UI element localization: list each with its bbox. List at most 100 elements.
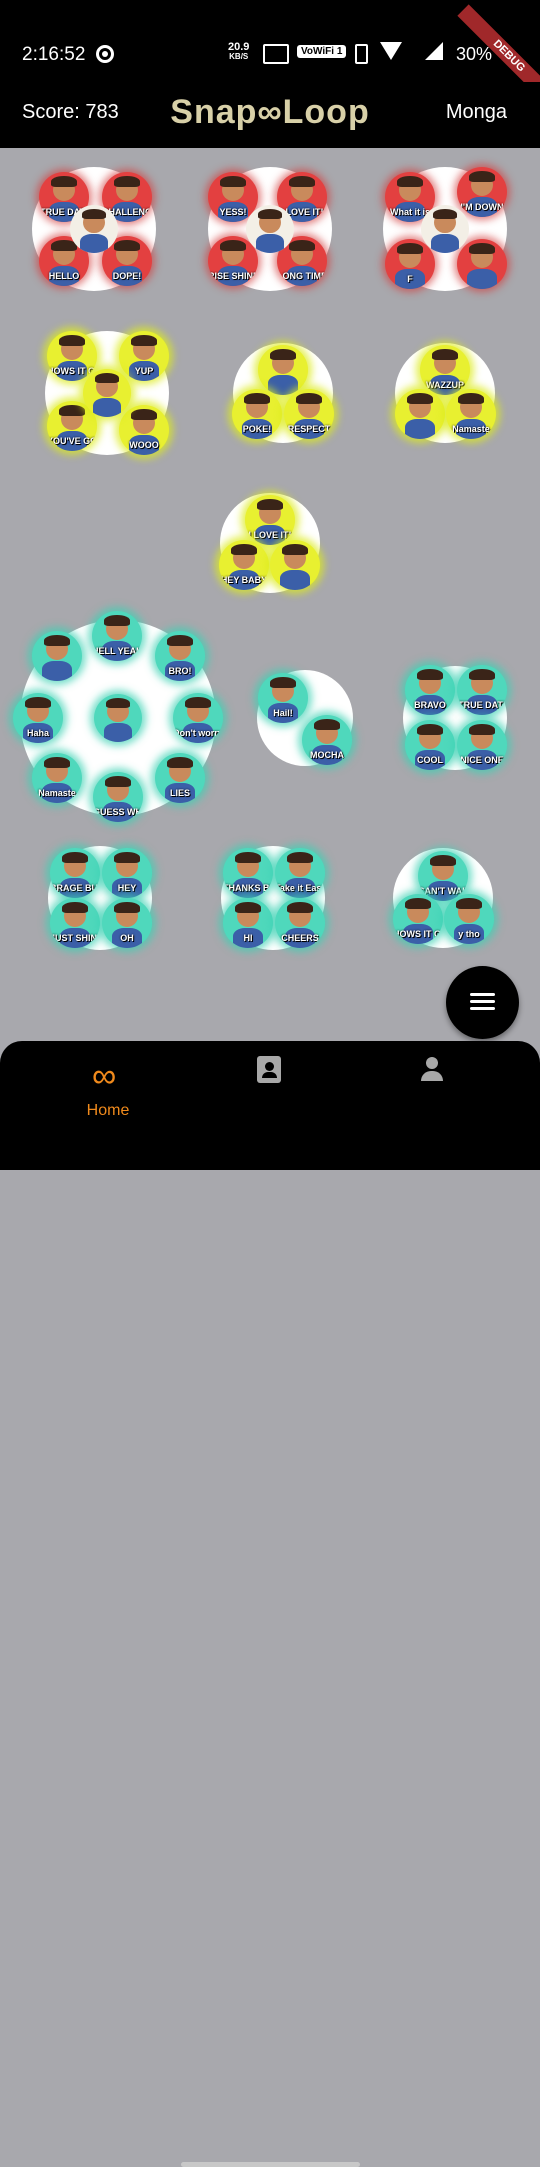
sticker-caption: Hail! (273, 708, 293, 718)
app-bar: Score: 783 Snap∞Loop Monga (0, 82, 540, 148)
sticker-caption: BRAVO (414, 700, 446, 710)
sticker-caption: TRUE DAT! (458, 700, 506, 710)
bitmoji-sticker[interactable]: HOWS IT GOIN (47, 331, 97, 381)
sticker-caption: WAZZUP (426, 380, 464, 390)
sticker-caption: COOL (417, 755, 443, 765)
nav-home-label: Home (86, 1102, 130, 1119)
battery-percent: 30% (456, 44, 493, 64)
bitmoji-sticker[interactable]: TRUE DAT! (457, 665, 507, 715)
recording-icon (96, 45, 114, 63)
sticker-caption: DOPE! (112, 271, 142, 281)
bitmoji-sticker[interactable]: JUST SHININ' (50, 898, 100, 948)
bitmoji-sticker[interactable] (395, 389, 445, 439)
bitmoji-sticker[interactable]: Don't worry (173, 693, 223, 743)
bitmoji-sticker[interactable]: HELL YEAH! (92, 611, 142, 661)
bitmoji-sticker[interactable] (457, 239, 507, 289)
bitmoji-sticker[interactable]: WAZZUP (420, 345, 470, 395)
bitmoji-sticker[interactable]: GUESS WHAT (93, 772, 143, 822)
bitmoji-sticker[interactable] (258, 345, 308, 395)
bitmoji-sticker[interactable] (421, 205, 469, 253)
bitmoji-sticker[interactable]: YUP (119, 331, 169, 381)
sticker-caption: Namaste (452, 424, 490, 434)
bitmoji-sticker[interactable]: POKE! (232, 389, 282, 439)
menu-button[interactable] (446, 966, 519, 1039)
bitmoji-sticker[interactable]: Haha (13, 693, 63, 743)
sticker-caption: THANKS BUNCH (223, 883, 273, 893)
bitmoji-sticker[interactable]: I'M DOWN (457, 167, 507, 217)
bitmoji-sticker[interactable]: I LOVE IT! (245, 495, 295, 545)
status-time: 2:16:52 (22, 44, 86, 65)
bitmoji-sticker[interactable]: Take it Easy (275, 848, 325, 898)
bitmoji-sticker[interactable]: OH (102, 898, 152, 948)
bitmoji-sticker[interactable]: BRO! (155, 631, 205, 681)
bitmoji-sticker[interactable]: COOL (405, 720, 455, 770)
wifi-icon (380, 42, 402, 60)
bitmoji-sticker[interactable]: RESPECT (284, 389, 334, 439)
sticker-caption: LIES (169, 788, 190, 798)
bitmoji-sticker[interactable]: CAN'T WAIT (418, 851, 468, 901)
sticker-caption: I LOVE IT! (248, 530, 292, 540)
infinity-icon: ∞ (92, 1057, 117, 1095)
bitmoji-sticker[interactable]: HEY BABY (219, 540, 269, 590)
sticker-caption: HI (243, 933, 253, 943)
sticker-caption: HEY BABY (220, 575, 268, 585)
nav-home-tab[interactable]: ∞ Home (72, 1057, 144, 1119)
bitmoji-sticker[interactable] (83, 369, 131, 417)
username-label[interactable]: Monga (446, 101, 507, 124)
bitmoji-sticker[interactable]: NICE ONE (457, 720, 507, 770)
network-speed-unit: KB/S (229, 52, 249, 61)
bitmoji-sticker[interactable]: BRAGE BURGER (50, 848, 100, 898)
bitmoji-sticker[interactable]: Namaste (446, 389, 496, 439)
sticker-caption: NICE ONE (460, 755, 504, 765)
sticker-caption: Haha (26, 728, 49, 738)
network-speed: 20.9 KB/S (228, 42, 249, 62)
sticker-caption: YUP (134, 366, 154, 376)
bitmoji-sticker[interactable]: HEY (102, 848, 152, 898)
bitmoji-sticker[interactable] (94, 694, 142, 742)
sticker-caption: y tho (458, 929, 480, 939)
sticker-caption: HOWS IT GOIN (393, 929, 443, 939)
sticker-caption: HELL YEAH! (92, 646, 142, 656)
bitmoji-sticker[interactable]: Namaste (32, 753, 82, 803)
bitmoji-sticker[interactable]: THANKS BUNCH (223, 848, 273, 898)
sticker-caption: RESPECT (287, 424, 331, 434)
bitmoji-sticker[interactable]: HOWS IT GOIN (393, 894, 443, 944)
sticker-caption: BRAGE BURGER (50, 883, 100, 893)
sticker-caption: BRO! (168, 666, 192, 676)
sticker-caption: Take it Easy (275, 883, 325, 893)
gesture-bar (181, 2162, 360, 2167)
sticker-caption: LONG TIME NO SEE (277, 271, 327, 281)
bitmoji-sticker[interactable] (32, 631, 82, 681)
bitmoji-sticker[interactable]: F (385, 239, 435, 289)
bitmoji-sticker[interactable] (70, 205, 118, 253)
sticker-caption: CHEERS (281, 933, 319, 943)
sticker-caption: POKE! (242, 424, 272, 434)
contacts-icon[interactable] (255, 1054, 285, 1084)
sticker-caption: MOCHA (310, 750, 344, 760)
sticker-caption: YOU'VE GOT MY VOTE (47, 436, 97, 446)
sticker-caption: HEY (117, 883, 137, 893)
bitmoji-sticker[interactable]: WOOO (119, 405, 169, 455)
sticker-caption: HOWS IT GOIN (47, 366, 97, 376)
bitmoji-sticker[interactable]: LIES (155, 753, 205, 803)
sticker-caption: OH (120, 933, 134, 943)
bitmoji-sticker[interactable] (270, 540, 320, 590)
bitmoji-sticker[interactable]: BRAVO (405, 665, 455, 715)
signal-icon (425, 42, 443, 60)
bitmoji-sticker[interactable]: MOCHA (302, 715, 352, 765)
bitmoji-sticker[interactable]: CHEERS (275, 898, 325, 948)
vibrate-icon (355, 44, 368, 64)
sticker-caption: Don't worry (173, 728, 223, 738)
menu-icon (470, 993, 495, 996)
sticker-caption: GUESS WHAT (93, 807, 143, 817)
sticker-caption: Namaste (38, 788, 76, 798)
sticker-caption: HELLO (48, 271, 80, 281)
bitmoji-sticker[interactable]: HI (223, 898, 273, 948)
bitmoji-sticker[interactable]: Hail! (258, 673, 308, 723)
person-icon[interactable] (419, 1057, 445, 1083)
sticker-caption: I'M DOWN (460, 202, 504, 212)
sticker-caption: WOOO (129, 440, 159, 450)
bitmoji-sticker[interactable] (246, 205, 294, 253)
bitmoji-sticker[interactable]: y tho (444, 894, 494, 944)
sticker-caption: RISE SHINE (208, 271, 258, 281)
